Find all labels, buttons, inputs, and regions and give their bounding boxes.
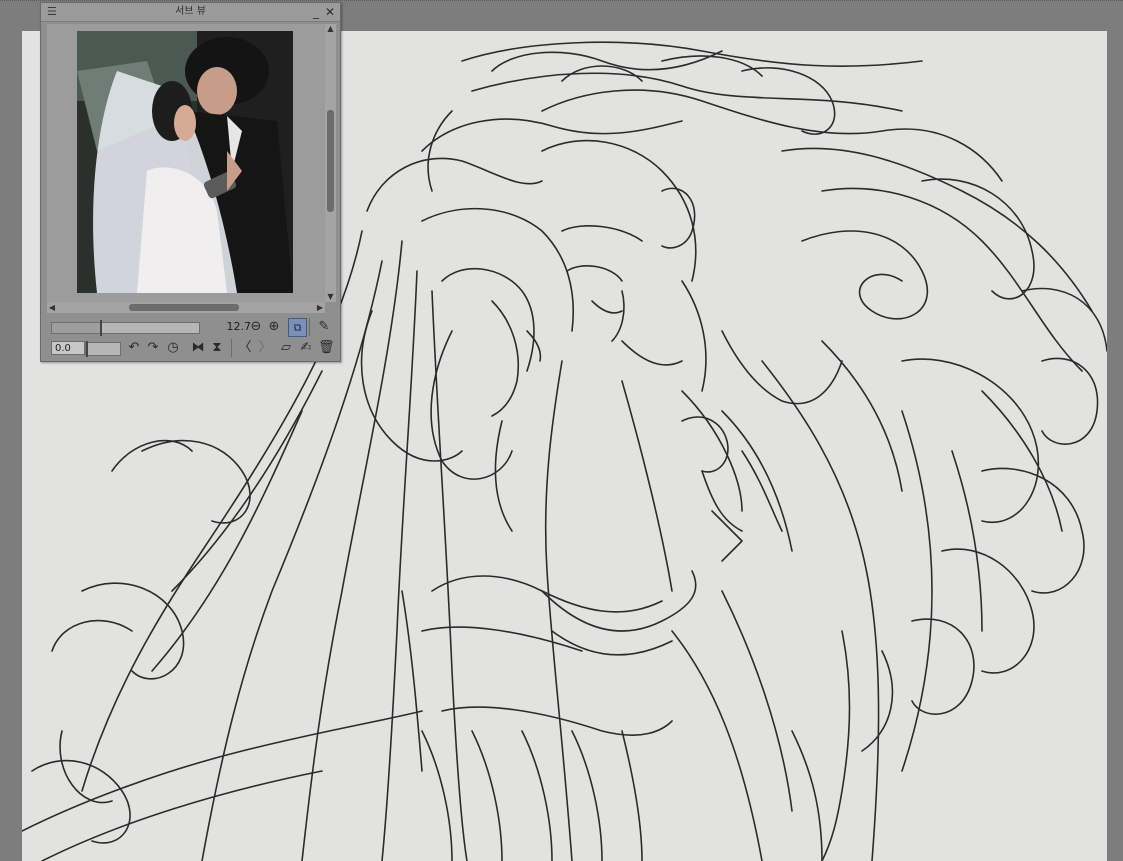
reference-image xyxy=(77,31,293,293)
zoom-out-icon[interactable]: ⊖ xyxy=(248,319,264,335)
horizontal-scroll-thumb[interactable] xyxy=(129,304,239,311)
minimize-icon[interactable]: _ xyxy=(310,5,322,19)
scroll-right-icon[interactable]: ▶ xyxy=(315,302,325,313)
rotation-slider[interactable] xyxy=(85,341,121,357)
palette-title: 서브 뷰 xyxy=(175,6,206,17)
zoom-value: 12.7 xyxy=(226,320,252,333)
toolbar-separator xyxy=(231,339,232,357)
reference-photo-drawing xyxy=(77,31,293,293)
chevron-left-icon[interactable]: 〈 xyxy=(237,340,253,356)
scroll-left-icon[interactable]: ◀ xyxy=(47,302,57,313)
reset-rotation-icon[interactable]: ◷ xyxy=(165,340,181,356)
vertical-scroll-thumb[interactable] xyxy=(327,110,334,212)
flip-vertical-icon[interactable]: ⧗ xyxy=(209,340,225,356)
scroll-down-icon[interactable]: ▼ xyxy=(325,292,336,302)
eyedropper-icon[interactable]: ✎ xyxy=(316,319,332,335)
palette-titlebar[interactable]: ☰ 서브 뷰 _ ✕ xyxy=(41,3,340,22)
edit-image-icon[interactable]: ✍ xyxy=(298,340,314,356)
zoom-slider-handle[interactable] xyxy=(99,320,102,336)
horizontal-scrollbar[interactable]: ◀ ▶ xyxy=(47,302,325,313)
zoom-slider[interactable] xyxy=(51,320,200,336)
rotation-value-field[interactable]: 0.0 xyxy=(51,341,85,355)
folder-open-icon[interactable]: ▱ xyxy=(278,340,294,356)
close-icon[interactable]: ✕ xyxy=(324,5,336,19)
reference-view-area[interactable] xyxy=(47,24,325,302)
flip-horizontal-icon[interactable]: ⧓ xyxy=(190,340,206,356)
scroll-up-icon[interactable]: ▲ xyxy=(325,24,336,34)
rotate-counterclockwise-icon[interactable]: ↶ xyxy=(126,340,142,356)
toolbar-separator xyxy=(309,318,310,336)
chevron-right-icon[interactable]: 〉 xyxy=(257,340,273,356)
trash-icon[interactable]: 🗑 xyxy=(318,340,335,356)
zoom-in-icon[interactable]: ⊕ xyxy=(266,319,282,335)
rotate-clockwise-icon[interactable]: ↷ xyxy=(145,340,161,356)
fit-to-window-icon[interactable]: ⧉ xyxy=(288,318,307,337)
vertical-scrollbar[interactable]: ▲ ▼ xyxy=(325,24,336,302)
sub-view-palette[interactable]: ☰ 서브 뷰 _ ✕ ▲ ▼ ◀ ▶ 12.7 ⊖ ⊕ ⧉ ✎ 0.0 ↶ ↷ … xyxy=(40,2,341,362)
rotation-slider-handle[interactable] xyxy=(86,341,88,357)
zoom-slider-fill xyxy=(52,323,101,333)
